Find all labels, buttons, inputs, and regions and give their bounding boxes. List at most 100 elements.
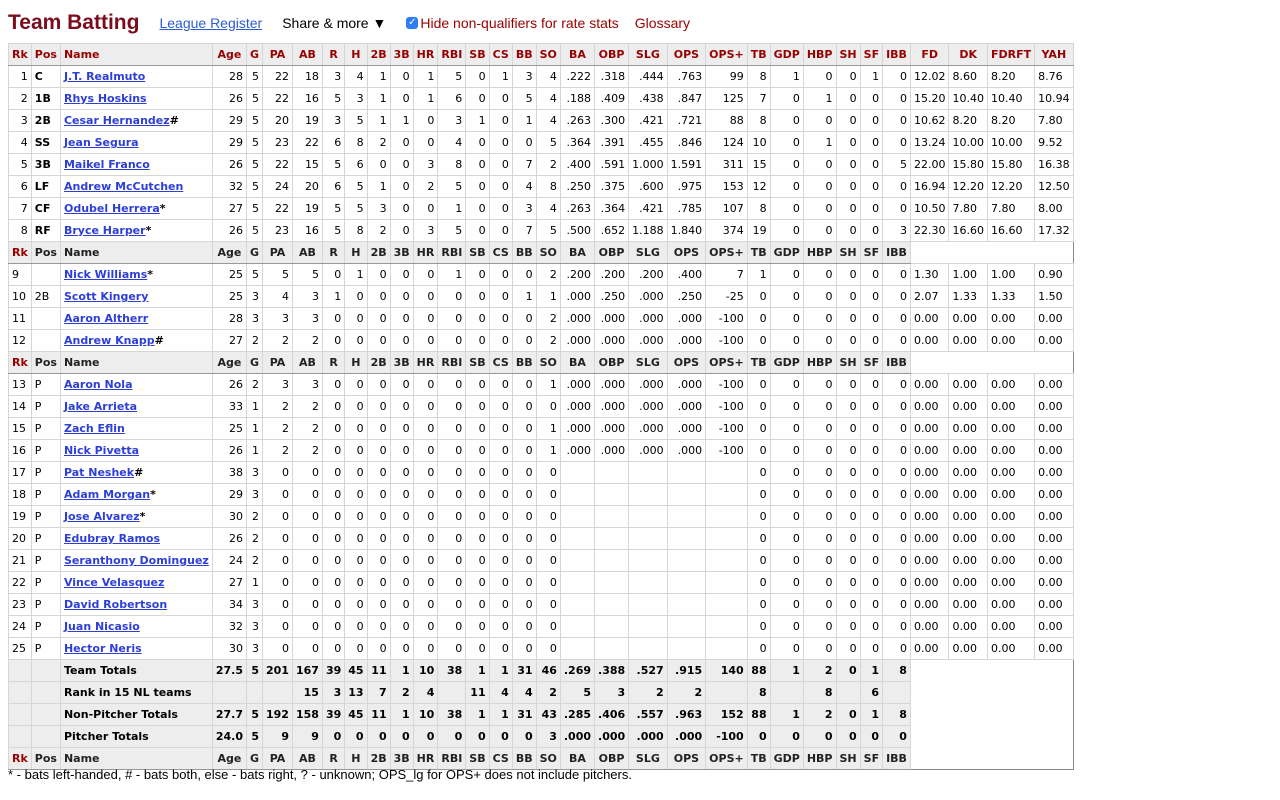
column-header-ops[interactable]: OPS bbox=[666, 43, 707, 66]
column-header-ops[interactable]: OPS+ bbox=[705, 43, 748, 66]
column-header-ba[interactable]: BA bbox=[559, 43, 596, 66]
league-register-link[interactable]: League Register bbox=[159, 15, 262, 31]
column-header-sh[interactable]: SH bbox=[835, 351, 861, 374]
column-header-3b[interactable]: 3B bbox=[389, 241, 414, 264]
column-header-pa[interactable]: PA bbox=[262, 241, 293, 264]
player-link[interactable]: Cesar Hernandez bbox=[64, 114, 170, 127]
column-header-rk[interactable]: Rk bbox=[8, 241, 32, 264]
player-link[interactable]: Odubel Herrera bbox=[64, 202, 160, 215]
player-link[interactable]: Nick Pivetta bbox=[64, 444, 139, 457]
player-link[interactable]: Hector Neris bbox=[64, 642, 142, 655]
column-header-sf[interactable]: SF bbox=[859, 747, 884, 770]
column-header-pos[interactable]: Pos bbox=[30, 241, 61, 264]
column-header-pos[interactable]: Pos bbox=[30, 351, 61, 374]
column-header-gdp[interactable]: GDP bbox=[769, 43, 804, 66]
column-header-ba[interactable]: BA bbox=[559, 241, 596, 264]
column-header-3b[interactable]: 3B bbox=[389, 351, 414, 374]
column-header-hr[interactable]: HR bbox=[412, 241, 439, 264]
column-header-ops[interactable]: OPS bbox=[666, 241, 707, 264]
player-link[interactable]: J.T. Realmuto bbox=[64, 70, 145, 83]
player-link[interactable]: Jean Segura bbox=[64, 136, 139, 149]
column-header-slg[interactable]: SLG bbox=[628, 43, 668, 66]
player-link[interactable]: Scott Kingery bbox=[64, 290, 148, 303]
player-link[interactable]: Pat Neshek bbox=[64, 466, 134, 479]
column-header-rbi[interactable]: RBI bbox=[437, 351, 467, 374]
glossary-link[interactable]: Glossary bbox=[635, 15, 690, 31]
column-header-pos[interactable]: Pos bbox=[30, 43, 61, 66]
column-header-sb[interactable]: SB bbox=[465, 43, 490, 66]
player-link[interactable]: Juan Nicasio bbox=[64, 620, 140, 633]
column-header-obp[interactable]: OBP bbox=[594, 241, 630, 264]
column-header-hbp[interactable]: HBP bbox=[802, 351, 837, 374]
column-header-fdrft[interactable]: FDRFT bbox=[986, 43, 1036, 66]
column-header-gdp[interactable]: GDP bbox=[769, 747, 804, 770]
column-header-obp[interactable]: OBP bbox=[594, 351, 630, 374]
column-header-tb[interactable]: TB bbox=[746, 43, 771, 66]
column-header-sf[interactable]: SF bbox=[859, 351, 884, 374]
column-header-name[interactable]: Name bbox=[59, 351, 213, 374]
column-header-slg[interactable]: SLG bbox=[628, 241, 668, 264]
column-header-ops[interactable]: OPS+ bbox=[705, 241, 748, 264]
column-header-g[interactable]: G bbox=[245, 43, 264, 66]
column-header-ba[interactable]: BA bbox=[559, 351, 596, 374]
player-link[interactable]: Zach Eflin bbox=[64, 422, 125, 435]
column-header-name[interactable]: Name bbox=[59, 241, 213, 264]
column-header-h[interactable]: H bbox=[344, 43, 368, 66]
column-header-name[interactable]: Name bbox=[59, 43, 213, 66]
player-link[interactable]: Bryce Harper bbox=[64, 224, 146, 237]
column-header-ab[interactable]: AB bbox=[291, 43, 323, 66]
player-link[interactable]: Jake Arrieta bbox=[64, 400, 137, 413]
column-header-g[interactable]: G bbox=[245, 241, 264, 264]
column-header-h[interactable]: H bbox=[344, 351, 368, 374]
column-header-age[interactable]: Age bbox=[211, 351, 247, 374]
column-header-bb[interactable]: BB bbox=[511, 43, 537, 66]
column-header-hbp[interactable]: HBP bbox=[802, 747, 837, 770]
column-header-hr[interactable]: HR bbox=[412, 351, 439, 374]
column-header-gdp[interactable]: GDP bbox=[769, 351, 804, 374]
column-header-2b[interactable]: 2B bbox=[366, 241, 391, 264]
column-header-ops[interactable]: OPS bbox=[666, 747, 707, 770]
column-header-dk[interactable]: DK bbox=[948, 43, 988, 66]
column-header-ab[interactable]: AB bbox=[291, 241, 323, 264]
column-header-g[interactable]: G bbox=[245, 351, 264, 374]
column-header-tb[interactable]: TB bbox=[746, 351, 771, 374]
column-header-tb[interactable]: TB bbox=[746, 747, 771, 770]
column-header-ibb[interactable]: IBB bbox=[882, 43, 911, 66]
column-header-tb[interactable]: TB bbox=[746, 241, 771, 264]
player-link[interactable]: Andrew Knapp bbox=[64, 334, 155, 347]
column-header-sf[interactable]: SF bbox=[859, 43, 884, 66]
column-header-hr[interactable]: HR bbox=[412, 43, 439, 66]
column-header-sb[interactable]: SB bbox=[465, 351, 490, 374]
column-header-h[interactable]: H bbox=[344, 241, 368, 264]
player-link[interactable]: Adam Morgan bbox=[64, 488, 150, 501]
column-header-rk[interactable]: Rk bbox=[8, 351, 32, 374]
player-link[interactable]: Aaron Nola bbox=[64, 378, 133, 391]
column-header-age[interactable]: Age bbox=[211, 43, 247, 66]
column-header-ops[interactable]: OPS bbox=[666, 351, 707, 374]
column-header-pa[interactable]: PA bbox=[262, 43, 293, 66]
player-link[interactable]: Aaron Altherr bbox=[64, 312, 148, 325]
column-header-cs[interactable]: CS bbox=[488, 43, 513, 66]
column-header-ibb[interactable]: IBB bbox=[882, 241, 911, 264]
column-header-age[interactable]: Age bbox=[211, 241, 247, 264]
column-header-sb[interactable]: SB bbox=[465, 241, 490, 264]
column-header-hbp[interactable]: HBP bbox=[802, 43, 837, 66]
player-link[interactable]: Maikel Franco bbox=[64, 158, 150, 171]
column-header-slg[interactable]: SLG bbox=[628, 747, 668, 770]
column-header-ops[interactable]: OPS+ bbox=[705, 747, 748, 770]
player-link[interactable]: Rhys Hoskins bbox=[64, 92, 147, 105]
column-header-rbi[interactable]: RBI bbox=[437, 241, 467, 264]
column-header-cs[interactable]: CS bbox=[488, 241, 513, 264]
column-header-slg[interactable]: SLG bbox=[628, 351, 668, 374]
column-header-so[interactable]: SO bbox=[535, 241, 561, 264]
column-header-ops[interactable]: OPS+ bbox=[705, 351, 748, 374]
column-header-fd[interactable]: FD bbox=[909, 43, 950, 66]
column-header-ab[interactable]: AB bbox=[291, 351, 323, 374]
column-header-sf[interactable]: SF bbox=[859, 241, 884, 264]
hide-nonqualifiers-toggle[interactable]: ✓ Hide non-qualifiers for rate stats bbox=[406, 15, 619, 31]
player-link[interactable]: Andrew McCutchen bbox=[64, 180, 183, 193]
column-header-pa[interactable]: PA bbox=[262, 351, 293, 374]
share-more-menu[interactable]: Share & more ▼ bbox=[282, 15, 386, 31]
player-link[interactable]: Edubray Ramos bbox=[64, 532, 160, 545]
column-header-r[interactable]: R bbox=[321, 241, 346, 264]
